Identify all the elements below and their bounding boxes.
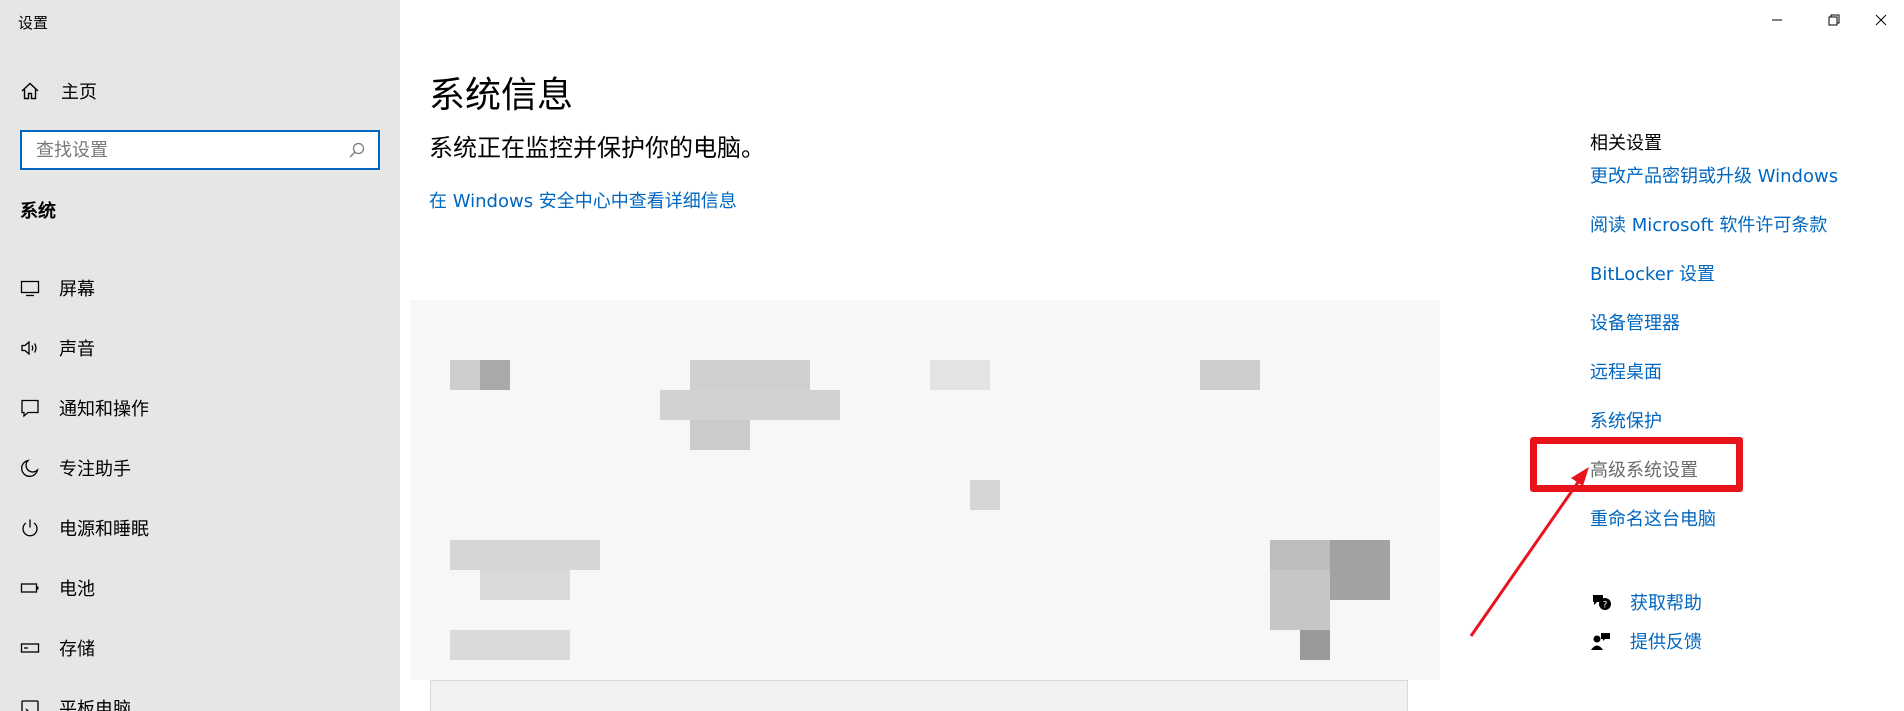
sidebar-item-battery[interactable]: 电池 xyxy=(0,558,400,618)
sidebar-item-home[interactable]: 主页 xyxy=(20,78,97,104)
restore-button[interactable] xyxy=(1811,0,1857,40)
sidebar-item-label: 主页 xyxy=(61,82,97,103)
close-icon xyxy=(1875,14,1887,26)
feedback-icon xyxy=(1591,633,1610,650)
sidebar-item-label: 平板电脑 xyxy=(59,699,131,711)
sidebar-item-label: 存储 xyxy=(59,639,95,660)
remote-desktop-link[interactable]: 远程桌面 xyxy=(1590,358,1662,384)
search-input[interactable] xyxy=(22,132,348,168)
moon-icon xyxy=(21,459,39,477)
search-box[interactable] xyxy=(20,130,380,170)
main-content: 系统信息 系统正在监控并保护你的电脑。 在 Windows 安全中心中查看详细信… xyxy=(400,0,1904,711)
license-terms-link[interactable]: 阅读 Microsoft 软件许可条款 xyxy=(1590,211,1827,237)
specs-panel xyxy=(430,680,1408,711)
restore-icon xyxy=(1828,14,1840,26)
sidebar-item-label: 通知和操作 xyxy=(59,399,149,420)
highlight-box xyxy=(1530,437,1743,492)
system-protection-link[interactable]: 系统保护 xyxy=(1590,407,1662,433)
sidebar: 设置 主页 系统 屏幕 声音 通知和操作 专注助手 电源和睡眠 xyxy=(0,0,400,711)
get-help-row[interactable]: ? 获取帮助 xyxy=(1590,589,1702,615)
protection-status-text: 系统正在监控并保护你的电脑。 xyxy=(429,134,765,162)
give-feedback-link[interactable]: 提供反馈 xyxy=(1630,628,1702,654)
search-icon[interactable] xyxy=(348,141,366,159)
sidebar-item-label: 屏幕 xyxy=(59,279,95,300)
bitlocker-settings-link[interactable]: BitLocker 设置 xyxy=(1590,260,1715,286)
change-product-key-link[interactable]: 更改产品密钥或升级 Windows xyxy=(1590,162,1838,188)
section-label: 系统 xyxy=(20,201,56,222)
notification-icon xyxy=(21,399,39,418)
rename-pc-link[interactable]: 重命名这台电脑 xyxy=(1590,505,1716,531)
battery-icon xyxy=(20,583,39,593)
feedback-row[interactable]: 提供反馈 xyxy=(1590,628,1702,654)
sidebar-item-tablet[interactable]: 平板电脑 xyxy=(0,678,400,711)
sidebar-item-label: 电池 xyxy=(59,579,95,600)
minimize-button[interactable] xyxy=(1754,0,1800,40)
minimize-icon xyxy=(1772,19,1782,21)
related-settings-title: 相关设置 xyxy=(1590,133,1662,154)
sidebar-item-power-sleep[interactable]: 电源和睡眠 xyxy=(0,498,400,558)
tablet-icon xyxy=(21,700,39,711)
sidebar-item-label: 专注助手 xyxy=(59,459,131,480)
help-chat-icon: ? xyxy=(1593,595,1611,611)
sidebar-nav: 屏幕 声音 通知和操作 专注助手 电源和睡眠 电池 存储 平板电脑 xyxy=(0,258,400,711)
sidebar-item-storage[interactable]: 存储 xyxy=(0,618,400,678)
sidebar-item-notifications[interactable]: 通知和操作 xyxy=(0,378,400,438)
security-center-link[interactable]: 在 Windows 安全中心中查看详细信息 xyxy=(429,187,737,213)
power-icon xyxy=(22,519,38,537)
speaker-icon xyxy=(21,340,37,356)
svg-text:?: ? xyxy=(1603,601,1608,611)
sidebar-item-label: 声音 xyxy=(59,339,95,360)
sidebar-item-sound[interactable]: 声音 xyxy=(0,318,400,378)
sidebar-item-label: 电源和睡眠 xyxy=(59,519,149,540)
monitor-icon xyxy=(20,280,40,297)
sidebar-item-display[interactable]: 屏幕 xyxy=(0,258,400,318)
redacted-device-specs xyxy=(410,300,1440,680)
device-manager-link[interactable]: 设备管理器 xyxy=(1590,309,1680,335)
home-icon xyxy=(21,82,39,100)
app-title: 设置 xyxy=(18,14,49,32)
sidebar-item-focus-assist[interactable]: 专注助手 xyxy=(0,438,400,498)
close-button[interactable] xyxy=(1858,0,1904,40)
get-help-link[interactable]: 获取帮助 xyxy=(1630,589,1702,615)
storage-icon xyxy=(20,643,40,653)
page-title: 系统信息 xyxy=(429,75,574,116)
